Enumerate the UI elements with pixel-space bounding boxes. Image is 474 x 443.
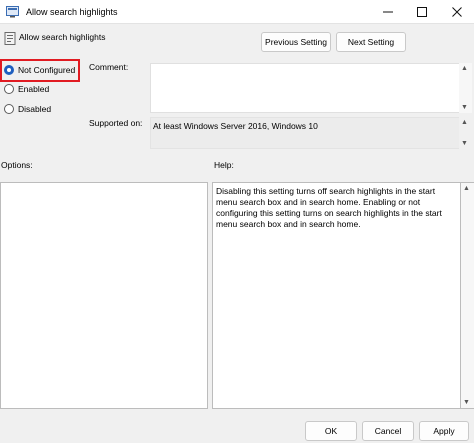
scroll-up-icon[interactable]: ▲ — [461, 65, 468, 72]
radio-label: Enabled — [18, 84, 50, 94]
comment-label: Comment: — [89, 62, 129, 72]
help-text: Disabling this setting turns off search … — [212, 182, 461, 409]
close-button[interactable] — [440, 0, 474, 24]
close-icon — [452, 7, 462, 17]
radio-disabled[interactable]: Disabled — [4, 104, 51, 114]
options-label: Options: — [1, 160, 33, 170]
radio-indicator — [4, 104, 14, 114]
options-panel — [0, 182, 208, 409]
window-title: Allow search highlights — [26, 7, 118, 17]
supported-on-value: At least Windows Server 2016, Windows 10 — [150, 117, 460, 149]
scroll-down-icon[interactable]: ▼ — [461, 104, 468, 111]
policy-setting-icon — [4, 32, 16, 45]
radio-indicator — [4, 84, 14, 94]
policy-icon — [6, 6, 19, 18]
comment-field[interactable] — [150, 63, 460, 113]
scroll-up-icon[interactable]: ▲ — [463, 185, 470, 192]
help-scrollbar[interactable]: ▲ ▼ — [461, 182, 474, 409]
minimize-button[interactable] — [371, 0, 405, 24]
cancel-button[interactable]: Cancel — [362, 421, 414, 441]
comment-scrollbar[interactable]: ▲ ▼ — [459, 63, 472, 113]
next-setting-button[interactable]: Next Setting — [336, 32, 406, 52]
supported-on-label: Supported on: — [89, 118, 143, 128]
radio-not-configured[interactable]: Not Configured — [4, 65, 75, 75]
radio-indicator-selected — [4, 65, 14, 75]
scroll-up-icon[interactable]: ▲ — [461, 119, 468, 126]
previous-setting-button[interactable]: Previous Setting — [261, 32, 331, 52]
scroll-down-icon[interactable]: ▼ — [463, 399, 470, 406]
minimize-icon — [383, 11, 393, 13]
apply-button[interactable]: Apply — [419, 421, 469, 441]
ok-button[interactable]: OK — [305, 421, 357, 441]
scroll-down-icon[interactable]: ▼ — [461, 140, 468, 147]
supported-scrollbar[interactable]: ▲ ▼ — [459, 117, 472, 149]
maximize-icon — [417, 7, 427, 17]
radio-label: Disabled — [18, 104, 52, 114]
maximize-button[interactable] — [405, 0, 439, 24]
help-label: Help: — [214, 160, 234, 170]
radio-enabled[interactable]: Enabled — [4, 84, 49, 94]
radio-label: Not Configured — [18, 65, 76, 75]
policy-name: Allow search highlights — [19, 32, 106, 42]
